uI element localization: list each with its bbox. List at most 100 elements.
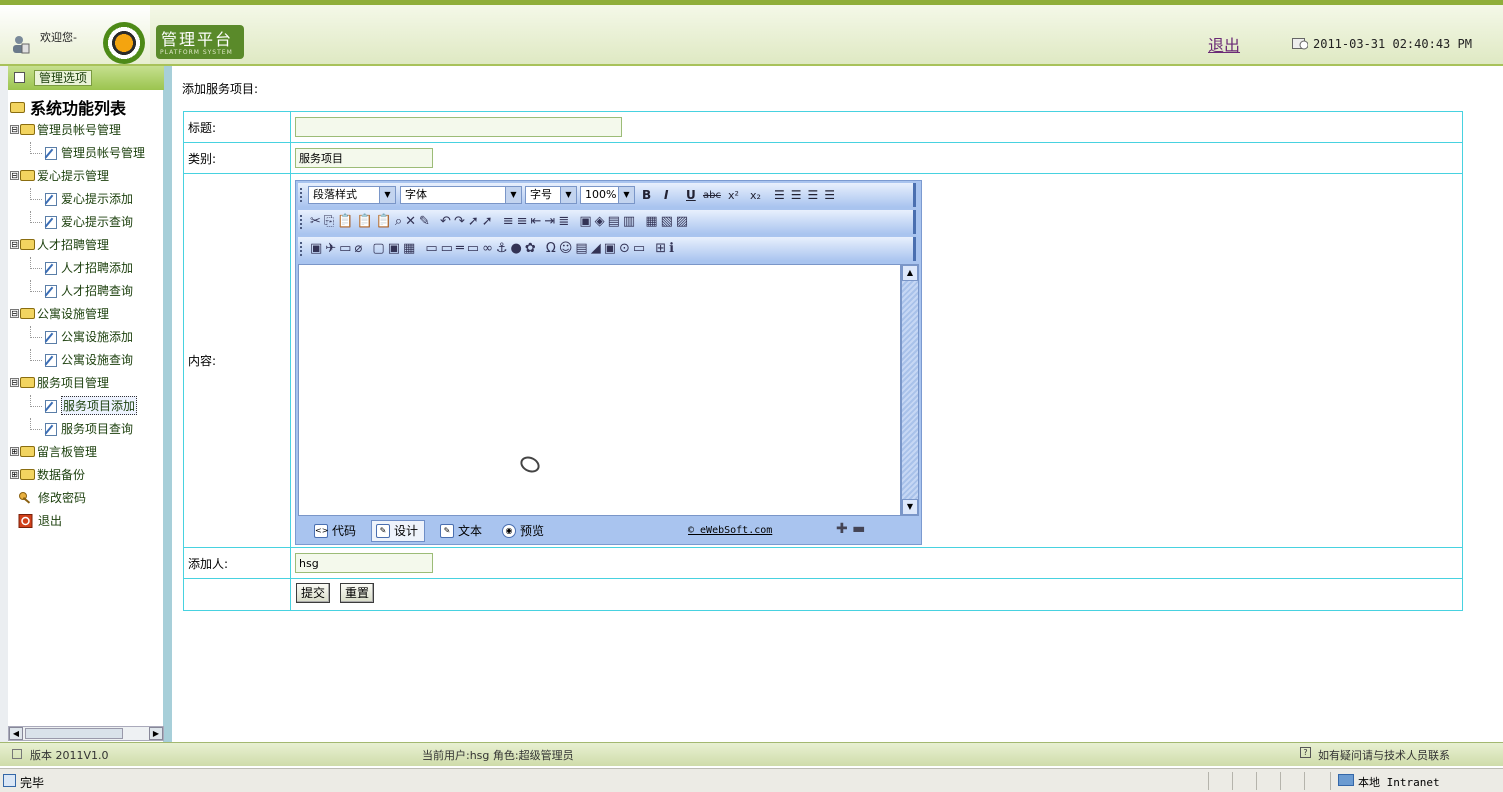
scroll-left-icon[interactable]: ◀: [9, 727, 23, 740]
edit-doc-icon: [44, 284, 58, 298]
tree-group-label[interactable]: 公寓设施管理: [37, 305, 109, 322]
tree-group-admin-accounts[interactable]: ⊟ 管理员帐号管理: [10, 118, 164, 141]
tree-item-tips-add[interactable]: 爱心提示添加: [10, 187, 164, 210]
tree-item-label[interactable]: 服务项目添加: [61, 396, 138, 415]
tree-item-exit[interactable]: 退出: [10, 509, 164, 532]
chevron-down-icon: ▼: [560, 187, 576, 203]
edit-doc-icon: [44, 330, 58, 344]
tree-item-label[interactable]: 公寓设施查询: [61, 351, 133, 368]
editor-content-area[interactable]: [298, 264, 901, 516]
tree-connector: [30, 210, 42, 223]
logout-link[interactable]: 退出: [1208, 32, 1240, 56]
tree-item-tips-query[interactable]: 爱心提示查询: [10, 210, 164, 233]
rich-text-editor: 段落样式 ▼ 字体 ▼ 字号 ▼ 100% ▼ B I U abc x² x₂ ☰☰☰☰: [295, 180, 922, 545]
tree-group-label[interactable]: 人才招聘管理: [37, 236, 109, 253]
tree-group-backup[interactable]: ⊞ 数据备份: [10, 463, 164, 486]
scroll-thumb[interactable]: [25, 728, 123, 739]
subscript-button[interactable]: x₂: [750, 188, 761, 203]
expand-icon[interactable]: ⊞: [10, 447, 19, 456]
logo-title: 管理平台: [161, 30, 234, 49]
expand-icon[interactable]: ⊞: [10, 470, 19, 479]
tree-item-admin-accounts[interactable]: 管理员帐号管理: [10, 141, 164, 164]
editor-resize-controls[interactable]: ✚ ▬: [836, 521, 865, 537]
tree-group-label[interactable]: 留言板管理: [37, 443, 97, 460]
tree-item-label[interactable]: 爱心提示查询: [61, 213, 133, 230]
reset-button[interactable]: 重置: [340, 583, 375, 603]
collapse-icon[interactable]: ⊟: [10, 125, 19, 134]
superscript-button[interactable]: x²: [728, 188, 739, 203]
underline-button[interactable]: U: [686, 188, 696, 203]
paragraph-style-select[interactable]: 段落样式 ▼: [308, 186, 396, 204]
editor-vertical-scrollbar[interactable]: ▲ ▼: [901, 264, 919, 516]
tree-item-change-password[interactable]: 修改密码: [10, 486, 164, 509]
scroll-up-icon[interactable]: ▲: [902, 265, 918, 281]
tab-design[interactable]: ✎ 设计: [371, 520, 426, 542]
tree-item-label[interactable]: 公寓设施添加: [61, 328, 133, 345]
tree-group-tips[interactable]: ⊟ 爱心提示管理: [10, 164, 164, 187]
tab-preview[interactable]: ◉ 预览: [498, 520, 550, 542]
tree-item-label[interactable]: 人才招聘查询: [61, 282, 133, 299]
collapse-icon[interactable]: ⊟: [10, 240, 19, 249]
tree-item-facilities-query[interactable]: 公寓设施查询: [10, 348, 164, 371]
tree-group-label[interactable]: 爱心提示管理: [37, 167, 109, 184]
status-divider: [1280, 772, 1281, 790]
author-input[interactable]: [295, 553, 433, 573]
collapse-icon[interactable]: ⊟: [10, 309, 19, 318]
category-input[interactable]: [295, 148, 433, 168]
tree-group-guestbook[interactable]: ⊞ 留言板管理: [10, 440, 164, 463]
tab-label: 预览: [520, 524, 545, 538]
app-footer: 版本 2011V1.0 当前用户:hsg 角色:超级管理员 ? 如有疑问请与技术…: [0, 742, 1503, 766]
tree-item-facilities-add[interactable]: 公寓设施添加: [10, 325, 164, 348]
empty-label: [184, 579, 291, 610]
tree-item-jobs-query[interactable]: 人才招聘查询: [10, 279, 164, 302]
sidebar: 管理选项 系统功能列表 ⊟ 管理员帐号管理 管理员帐号管理 ⊟ 爱心提示管理 爱心提…: [0, 66, 172, 742]
form-row-actions: 提交 重置: [184, 579, 1462, 610]
italic-button[interactable]: I: [664, 188, 668, 203]
folder-icon: [20, 124, 35, 135]
align-buttons-icon[interactable]: ☰☰☰☰: [774, 188, 841, 203]
tree-item-services-query[interactable]: 服务项目查询: [10, 417, 164, 440]
tree-item-services-add[interactable]: 服务项目添加: [10, 394, 164, 417]
tree-group-services[interactable]: ⊟ 服务项目管理: [10, 371, 164, 394]
tree-group-label[interactable]: 服务项目管理: [37, 374, 109, 391]
submit-button[interactable]: 提交: [296, 583, 331, 603]
strikethrough-button[interactable]: abc: [703, 188, 721, 203]
tree-group-label[interactable]: 管理员帐号管理: [37, 121, 121, 138]
editor-toolbar-2: ✂⎘📋📋📋⌕✕✎ ↶↷➚➚ ≡≡⇤⇥≣ ▣◈▤▥ ▦▧▨: [298, 210, 916, 234]
tree-item-jobs-add[interactable]: 人才招聘添加: [10, 256, 164, 279]
tree-item-label[interactable]: 管理员帐号管理: [61, 144, 145, 161]
edit-doc-icon: [44, 146, 58, 160]
tab-text[interactable]: ✎ 文本: [436, 520, 488, 542]
zoom-select[interactable]: 100% ▼: [580, 186, 635, 204]
title-input[interactable]: [295, 117, 622, 137]
collapse-icon[interactable]: ⊟: [10, 378, 19, 387]
sidebar-tab-label[interactable]: 管理选项: [34, 70, 93, 86]
collapse-icon[interactable]: ⊟: [10, 171, 19, 180]
edit-doc-icon: [44, 353, 58, 367]
insert-tools-icons[interactable]: ▣✈▭⌀ ▢▣▦ ▭▭═▭∞⚓●✿ Ω☺▤◢▣⊙▭ ⊞ℹ: [310, 241, 677, 256]
tree-item-label[interactable]: 服务项目查询: [61, 420, 133, 437]
browser-status-bar: 完毕 本地 Intranet: [0, 768, 1503, 792]
edit-tools-icons[interactable]: ✂⎘📋📋📋⌕✕✎ ↶↷➚➚ ≡≡⇤⇥≣ ▣◈▤▥ ▦▧▨: [310, 214, 691, 229]
bold-button[interactable]: B: [642, 188, 651, 203]
tab-code[interactable]: <> 代码: [310, 520, 362, 542]
tree-item-label[interactable]: 人才招聘添加: [61, 259, 133, 276]
sidebar-horizontal-scrollbar[interactable]: ◀ ▶: [8, 726, 164, 741]
toolbar-grip: [300, 242, 302, 256]
font-select[interactable]: 字体 ▼: [400, 186, 522, 204]
tree-connector: [30, 141, 42, 154]
tree-group-jobs[interactable]: ⊟ 人才招聘管理: [10, 233, 164, 256]
tree-group-facilities[interactable]: ⊟ 公寓设施管理: [10, 302, 164, 325]
tree-item-label[interactable]: 爱心提示添加: [61, 190, 133, 207]
editor-toolbar-1: 段落样式 ▼ 字体 ▼ 字号 ▼ 100% ▼ B I U abc x² x₂ ☰☰☰☰: [298, 183, 916, 207]
tree-group-label[interactable]: 数据备份: [37, 466, 85, 483]
tree-item-label[interactable]: 退出: [38, 512, 62, 529]
status-divider: [1232, 772, 1233, 790]
ewebsoft-link[interactable]: © eWebSoft.com: [688, 525, 772, 536]
font-size-select[interactable]: 字号 ▼: [525, 186, 577, 204]
tree-connector: [30, 256, 42, 269]
scroll-down-icon[interactable]: ▼: [902, 499, 918, 515]
help-icon: ?: [1300, 747, 1311, 758]
scroll-right-icon[interactable]: ▶: [149, 727, 163, 740]
tree-item-label[interactable]: 修改密码: [38, 489, 86, 506]
